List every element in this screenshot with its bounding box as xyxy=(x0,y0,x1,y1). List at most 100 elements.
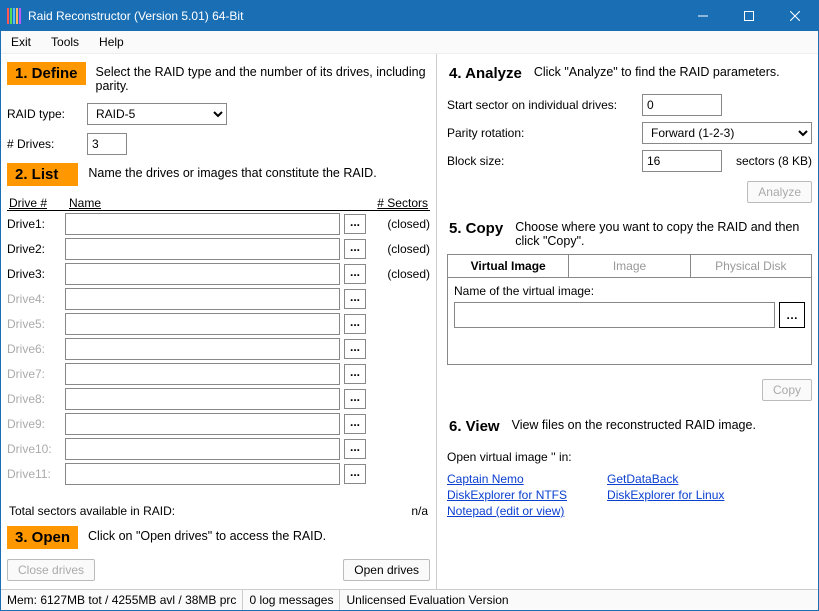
step1-desc: Select the RAID type and the number of i… xyxy=(96,62,430,93)
drive-label: Drive10: xyxy=(7,442,61,456)
drive-row: Drive3:...(closed) xyxy=(7,261,430,286)
block-input[interactable] xyxy=(642,150,722,172)
step6-label: 6. View xyxy=(447,415,502,438)
step2-label: 2. List xyxy=(7,163,78,186)
drive-browse-button[interactable]: ... xyxy=(344,239,366,259)
drive-row: Drive10:... xyxy=(7,436,430,461)
start-sector-input[interactable] xyxy=(642,94,722,116)
virtual-image-name-input[interactable] xyxy=(454,302,775,328)
drive-row: Drive8:... xyxy=(7,386,430,411)
drive-row: Drive7:... xyxy=(7,361,430,386)
drive-row: Drive2:...(closed) xyxy=(7,236,430,261)
copy-tabstrip: Virtual Image Image Physical Disk xyxy=(447,254,812,277)
menu-bar: Exit Tools Help xyxy=(1,31,818,54)
close-drives-button[interactable]: Close drives xyxy=(7,559,95,581)
step5-label: 5. Copy xyxy=(447,217,505,240)
link-getdataback[interactable]: GetDataBack xyxy=(607,472,724,486)
tab-image[interactable]: Image xyxy=(569,255,690,277)
drive-browse-button[interactable]: ... xyxy=(344,339,366,359)
block-suffix: sectors (8 KB) xyxy=(722,154,812,168)
app-logo-icon xyxy=(7,8,22,24)
drive-label: Drive1: xyxy=(7,217,61,231)
drive-name-input[interactable] xyxy=(65,463,340,485)
start-sector-label: Start sector on individual drives: xyxy=(447,98,642,112)
drive-name-input[interactable] xyxy=(65,263,340,285)
status-bar: Mem: 6127MB tot / 4255MB avl / 38MB prc … xyxy=(1,589,818,610)
block-label: Block size: xyxy=(447,154,642,168)
drive-row: Drive5:... xyxy=(7,311,430,336)
status-log: 0 log messages xyxy=(243,590,340,610)
drive-name-input[interactable] xyxy=(65,213,340,235)
window-title: Raid Reconstructor (Version 5.01) 64-Bit xyxy=(28,9,680,23)
total-sectors-label: Total sectors available in RAID: xyxy=(9,504,175,518)
menu-exit[interactable]: Exit xyxy=(7,33,35,51)
drive-row: Drive4:... xyxy=(7,286,430,311)
drive-row: Drive6:... xyxy=(7,336,430,361)
tab-physical-disk[interactable]: Physical Disk xyxy=(691,255,811,277)
step2-desc: Name the drives or images that constitut… xyxy=(88,163,376,180)
step3-label: 3. Open xyxy=(7,526,78,549)
drive-row: Drive9:... xyxy=(7,411,430,436)
num-drives-input[interactable] xyxy=(87,133,127,155)
open-drives-button[interactable]: Open drives xyxy=(343,559,430,581)
drive-browse-button[interactable]: ... xyxy=(344,314,366,334)
drive-status: (closed) xyxy=(370,267,430,281)
drive-browse-button[interactable]: ... xyxy=(344,364,366,384)
analyze-button[interactable]: Analyze xyxy=(747,181,812,203)
drive-row: Drive11:... xyxy=(7,461,430,486)
drive-name-input[interactable] xyxy=(65,313,340,335)
close-button[interactable] xyxy=(772,1,818,31)
step3-desc: Click on "Open drives" to access the RAI… xyxy=(88,526,326,543)
drive-label: Drive4: xyxy=(7,292,61,306)
num-drives-label: # Drives: xyxy=(7,137,87,151)
step5-desc: Choose where you want to copy the RAID a… xyxy=(515,217,812,248)
parity-select[interactable]: Forward (1-2-3) xyxy=(642,122,812,144)
drive-browse-button[interactable]: ... xyxy=(344,289,366,309)
title-bar: Raid Reconstructor (Version 5.01) 64-Bit xyxy=(1,1,818,31)
drive-browse-button[interactable]: ... xyxy=(344,264,366,284)
drive-label: Drive6: xyxy=(7,342,61,356)
link-notepad[interactable]: Notepad (edit or view) xyxy=(447,504,567,518)
menu-tools[interactable]: Tools xyxy=(47,33,83,51)
drive-name-input[interactable] xyxy=(65,413,340,435)
drive-browse-button[interactable]: ... xyxy=(344,389,366,409)
browse-virtual-image-button[interactable]: … xyxy=(779,302,805,328)
maximize-button[interactable] xyxy=(726,1,772,31)
col-sectors: # Sectors xyxy=(358,196,428,210)
step4-label: 4. Analyze xyxy=(447,62,524,85)
drive-list: Drive1:...(closed)Drive2:...(closed)Driv… xyxy=(7,211,430,498)
drive-browse-button[interactable]: ... xyxy=(344,439,366,459)
raid-type-select[interactable]: RAID-5 xyxy=(87,103,227,125)
drive-browse-button[interactable]: ... xyxy=(344,214,366,234)
drive-name-input[interactable] xyxy=(65,338,340,360)
open-in-label: Open virtual image '' in: xyxy=(447,450,812,464)
parity-label: Parity rotation: xyxy=(447,126,642,140)
link-diskexplorer-ntfs[interactable]: DiskExplorer for NTFS xyxy=(447,488,567,502)
drive-label: Drive5: xyxy=(7,317,61,331)
status-license: Unlicensed Evaluation Version xyxy=(340,590,818,610)
step6-desc: View files on the reconstructed RAID ima… xyxy=(512,415,756,432)
total-sectors-value: n/a xyxy=(411,504,428,518)
drive-browse-button[interactable]: ... xyxy=(344,414,366,434)
step1-label: 1. Define xyxy=(7,62,86,85)
copy-button[interactable]: Copy xyxy=(762,379,812,401)
drive-status: (closed) xyxy=(370,242,430,256)
menu-help[interactable]: Help xyxy=(95,33,128,51)
drive-browse-button[interactable]: ... xyxy=(344,464,366,484)
drive-label: Drive9: xyxy=(7,417,61,431)
drive-name-input[interactable] xyxy=(65,388,340,410)
drive-name-input[interactable] xyxy=(65,363,340,385)
link-diskexplorer-linux[interactable]: DiskExplorer for Linux xyxy=(607,488,724,502)
col-name: Name xyxy=(69,196,358,210)
minimize-button[interactable] xyxy=(680,1,726,31)
status-memory: Mem: 6127MB tot / 4255MB avl / 38MB prc xyxy=(1,590,243,610)
drive-list-header: Drive # Name # Sectors xyxy=(7,196,430,211)
col-drive: Drive # xyxy=(9,196,69,210)
drive-label: Drive8: xyxy=(7,392,61,406)
link-captain-nemo[interactable]: Captain Nemo xyxy=(447,472,567,486)
drive-name-input[interactable] xyxy=(65,288,340,310)
drive-name-input[interactable] xyxy=(65,438,340,460)
drive-label: Drive11: xyxy=(7,467,61,481)
tab-virtual-image[interactable]: Virtual Image xyxy=(448,255,569,277)
drive-name-input[interactable] xyxy=(65,238,340,260)
